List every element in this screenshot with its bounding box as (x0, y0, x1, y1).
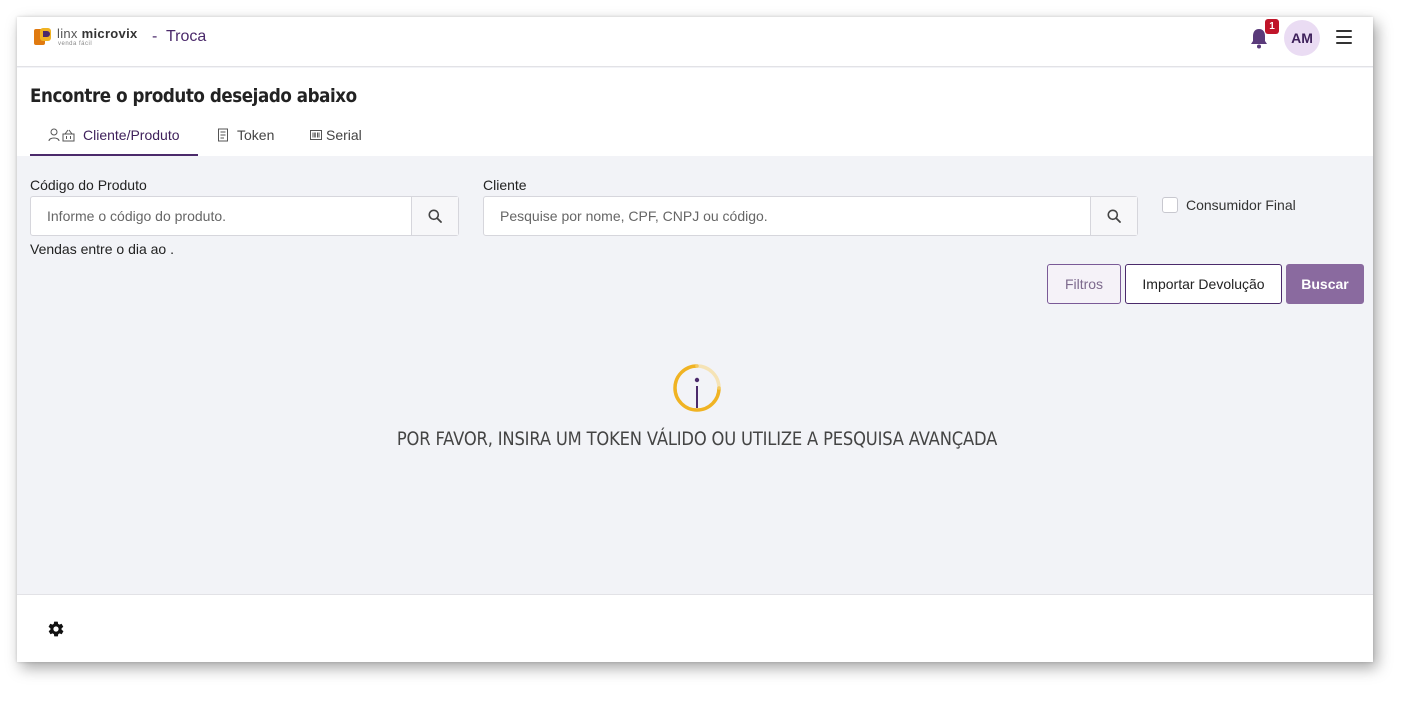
tab-serial[interactable]: Serial (308, 126, 378, 156)
product-search-button[interactable] (411, 197, 458, 235)
tab-label: Token (237, 127, 275, 143)
footer (17, 594, 1373, 662)
app-window: linx microvix venda fácil - Troca 1 AM E… (17, 17, 1373, 662)
tab-token[interactable]: Token (215, 126, 285, 156)
tab-cliente-produto[interactable]: Cliente/Produto (30, 126, 198, 156)
user-basket-icon (48, 128, 75, 142)
page-name-label: Troca (165, 28, 207, 45)
product-code-group (30, 196, 459, 236)
brand-bold: microvix (81, 26, 138, 41)
title-area: Encontre o produto desejado abaixo Clien… (17, 68, 1373, 156)
search-icon (1107, 209, 1121, 223)
search-button[interactable]: Buscar (1286, 264, 1364, 304)
brand-light: linx (57, 26, 78, 41)
info-icon (673, 364, 721, 412)
sales-period-text: Vendas entre o dia ao . (30, 241, 174, 257)
gear-icon[interactable] (47, 620, 65, 638)
avatar[interactable]: AM (1284, 20, 1320, 56)
tab-label: Cliente/Produto (83, 127, 180, 143)
client-label: Cliente (483, 177, 527, 193)
final-consumer-checkbox[interactable] (1162, 197, 1178, 213)
page-name-separator: - (152, 28, 158, 45)
logo-icon (34, 28, 51, 45)
notification-badge: 1 (1265, 19, 1279, 34)
brand-name: linx microvix (57, 26, 138, 41)
client-group (483, 196, 1138, 236)
client-search-input[interactable] (484, 197, 1090, 235)
filters-button[interactable]: Filtros (1047, 264, 1121, 304)
tab-label: Serial (326, 127, 362, 143)
page-name: - Troca (152, 28, 206, 46)
top-bar: linx microvix venda fácil - Troca 1 AM (17, 17, 1373, 67)
client-search-button[interactable] (1090, 197, 1137, 235)
page-title: Encontre o produto desejado abaixo (30, 85, 357, 107)
barcode-icon (310, 130, 322, 140)
product-code-input[interactable] (31, 197, 411, 235)
search-icon (428, 209, 442, 223)
brand-tagline: venda fácil (58, 41, 93, 47)
receipt-icon (218, 128, 228, 142)
menu-icon[interactable] (1336, 30, 1352, 44)
product-code-label: Código do Produto (30, 177, 147, 193)
final-consumer-label: Consumidor Final (1186, 197, 1296, 213)
empty-state-message: POR FAVOR, INSIRA UM TOKEN VÁLIDO OU UTI… (396, 428, 998, 450)
import-return-button[interactable]: Importar Devolução (1125, 264, 1282, 304)
